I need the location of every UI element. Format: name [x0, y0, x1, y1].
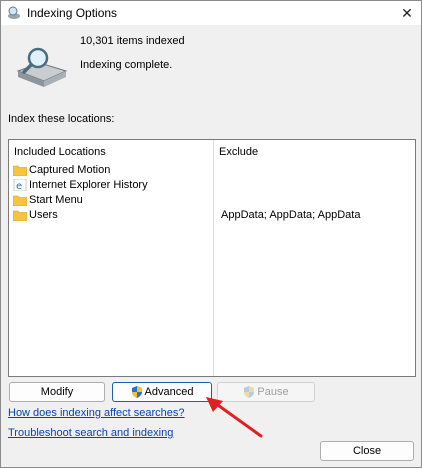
- title-bar: Indexing Options ✕: [1, 1, 421, 25]
- indexing-options-window: Indexing Options ✕ 10,301 items indexed …: [0, 0, 422, 468]
- location-name: Internet Explorer History: [29, 178, 148, 191]
- folder-icon: [13, 165, 27, 176]
- location-row-captured-motion[interactable]: Captured Motion: [13, 162, 110, 177]
- exclude-value-users: AppData; AppData; AppData: [221, 209, 361, 221]
- location-name: Captured Motion: [29, 163, 111, 176]
- items-indexed-count: 10,301 items indexed: [80, 35, 185, 47]
- modify-button[interactable]: Modify: [9, 382, 105, 402]
- svg-text:e: e: [16, 181, 22, 191]
- locations-table[interactable]: Included Locations Exclude Captured Moti…: [8, 139, 416, 377]
- close-icon[interactable]: ✕: [393, 1, 421, 25]
- column-header-exclude[interactable]: Exclude: [219, 146, 258, 158]
- red-arrow-annotation: [206, 397, 263, 438]
- uac-shield-icon: [131, 386, 142, 398]
- location-row-users[interactable]: Users: [13, 207, 58, 222]
- column-divider[interactable]: [213, 140, 214, 376]
- close-button[interactable]: Close: [320, 441, 414, 461]
- advanced-button-label: Advanced: [144, 386, 194, 398]
- location-row-start-menu[interactable]: Start Menu: [13, 192, 83, 207]
- location-row-internet-explorer-history[interactable]: e Internet Explorer History: [13, 177, 148, 192]
- indexing-options-icon: [8, 6, 20, 19]
- indexing-status: Indexing complete.: [80, 59, 173, 71]
- troubleshoot-indexing-link[interactable]: Troubleshoot search and indexing: [8, 427, 173, 439]
- column-header-included[interactable]: Included Locations: [14, 146, 106, 158]
- internet-explorer-icon: e: [13, 178, 27, 191]
- indexing-drive-icon: [16, 47, 68, 87]
- locations-label: Index these locations:: [8, 113, 115, 125]
- indexing-affect-searches-link[interactable]: How does indexing affect searches?: [8, 407, 185, 419]
- folder-icon: [13, 210, 27, 221]
- location-name: Start Menu: [29, 193, 83, 206]
- advanced-button[interactable]: Advanced: [112, 382, 212, 402]
- location-name: Users: [29, 208, 58, 221]
- window-title: Indexing Options: [27, 6, 118, 20]
- folder-icon: [13, 195, 27, 206]
